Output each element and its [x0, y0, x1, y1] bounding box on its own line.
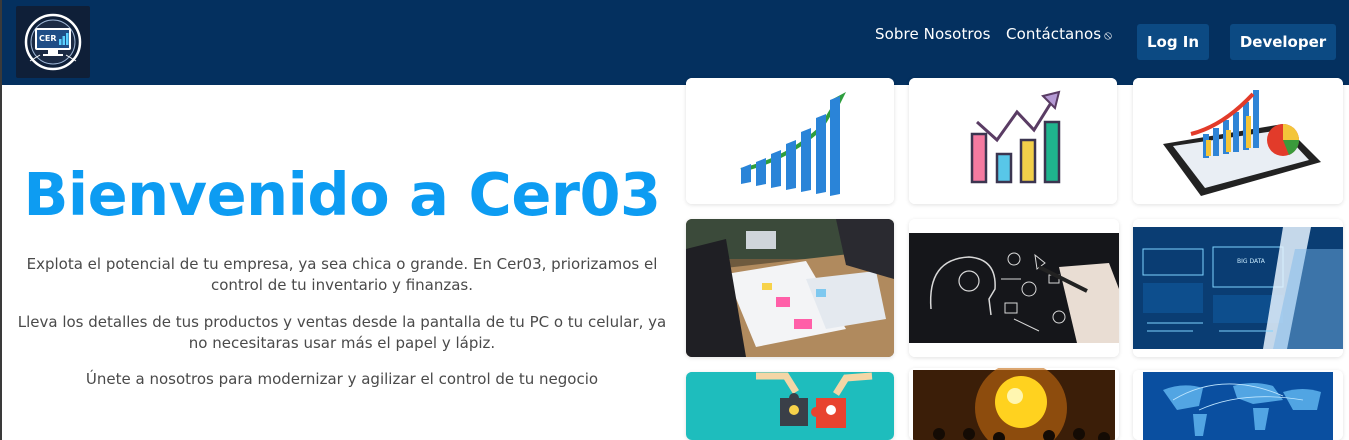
- login-button[interactable]: Log In: [1137, 24, 1209, 60]
- svg-text:CER: CER: [39, 34, 57, 43]
- nav-link-about[interactable]: Sobre Nosotros: [875, 25, 991, 43]
- tablet-chart-image: [1133, 78, 1343, 204]
- hero-title: Bienvenido a Cer03: [23, 160, 661, 229]
- cer03-logo-icon[interactable]: CER: [16, 6, 90, 78]
- puzzle-teamwork-image: [686, 372, 894, 440]
- page: CER Sobre Nosotros Contáctanos ⦸ Log In D…: [0, 0, 1349, 440]
- business-meeting-image: [686, 219, 894, 357]
- hero-paragraph-3: Únete a nosotros para modernizar y agili…: [85, 370, 599, 388]
- line-bar-chart-image: [909, 78, 1117, 204]
- lightbulb-image: [909, 368, 1119, 440]
- nav-link-contact[interactable]: Contáctanos ⦸: [1006, 25, 1112, 43]
- big-data-image: BIG DATA: [1133, 219, 1343, 357]
- external-link-icon: ⦸: [1104, 28, 1113, 42]
- idea-sketch-image: [909, 219, 1119, 357]
- world-map-image: [1133, 370, 1343, 440]
- growth-bar-chart-image: [686, 78, 894, 204]
- navbar: CER Sobre Nosotros Contáctanos ⦸ Log In D…: [2, 0, 1349, 85]
- hero-paragraph-2: Lleva los detalles de tus productos y ve…: [17, 313, 667, 352]
- nav-link-contact-label: Contáctanos: [1006, 25, 1102, 43]
- hero-paragraph-1: Explota el potencial de tu empresa, ya s…: [26, 255, 658, 294]
- developer-button[interactable]: Developer: [1230, 24, 1336, 60]
- svg-text:BIG DATA: BIG DATA: [1237, 258, 1266, 265]
